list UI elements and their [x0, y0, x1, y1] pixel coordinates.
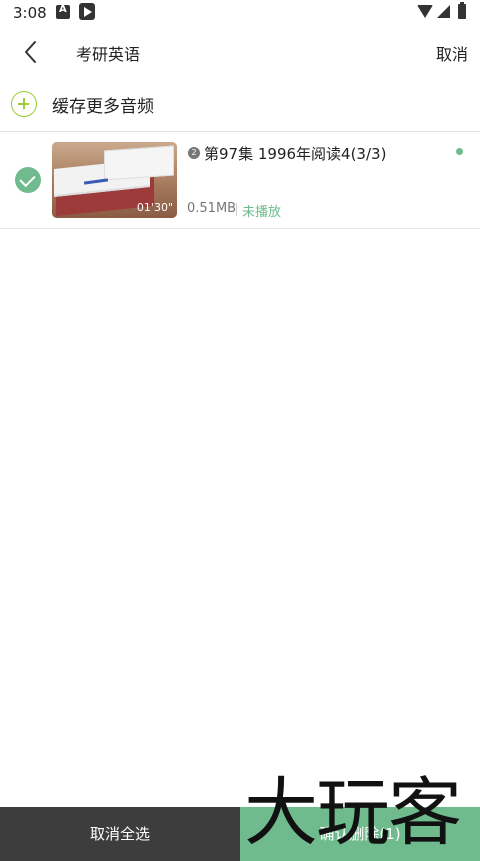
- book-illustration: [104, 145, 174, 181]
- divider: [0, 228, 480, 229]
- separator: [236, 203, 237, 216]
- audio-duration: 01'30": [136, 201, 173, 214]
- app-header: 考研英语 取消: [0, 26, 480, 78]
- cache-more-label: 缓存更多音频: [52, 97, 154, 117]
- status-bar: 3:08: [0, 0, 480, 26]
- a-app-icon: [56, 4, 70, 19]
- order-badge: 2: [188, 147, 200, 159]
- audio-file-size: 0.51MB: [187, 201, 237, 216]
- page-title: 考研英语: [76, 45, 141, 64]
- checkmark-icon[interactable]: [15, 167, 41, 193]
- play-status: 未播放: [242, 205, 282, 220]
- cache-more-audio-button[interactable]: 缓存更多音频: [0, 86, 480, 130]
- audio-title: 第97集 1996年阅读4(3/3): [204, 145, 387, 163]
- list-item[interactable]: 01'30" 2 第97集 1996年阅读4(3/3) 0.51MB 未播放: [0, 132, 480, 228]
- chevron-left-icon[interactable]: [18, 38, 46, 66]
- watermark: 大玩客: [244, 770, 480, 861]
- signal-icon: [437, 5, 450, 18]
- play-store-icon: [79, 3, 95, 20]
- watermark-text: 大玩客: [244, 770, 462, 856]
- deselect-all-button[interactable]: 取消全选: [0, 807, 240, 861]
- wifi-icon: [417, 5, 433, 18]
- battery-icon: [458, 2, 466, 19]
- status-time: 3:08: [13, 4, 47, 22]
- audio-thumbnail: 01'30": [52, 142, 177, 218]
- plus-circle-icon: [11, 91, 37, 117]
- cancel-button[interactable]: 取消: [436, 41, 468, 65]
- unread-dot: [456, 148, 463, 155]
